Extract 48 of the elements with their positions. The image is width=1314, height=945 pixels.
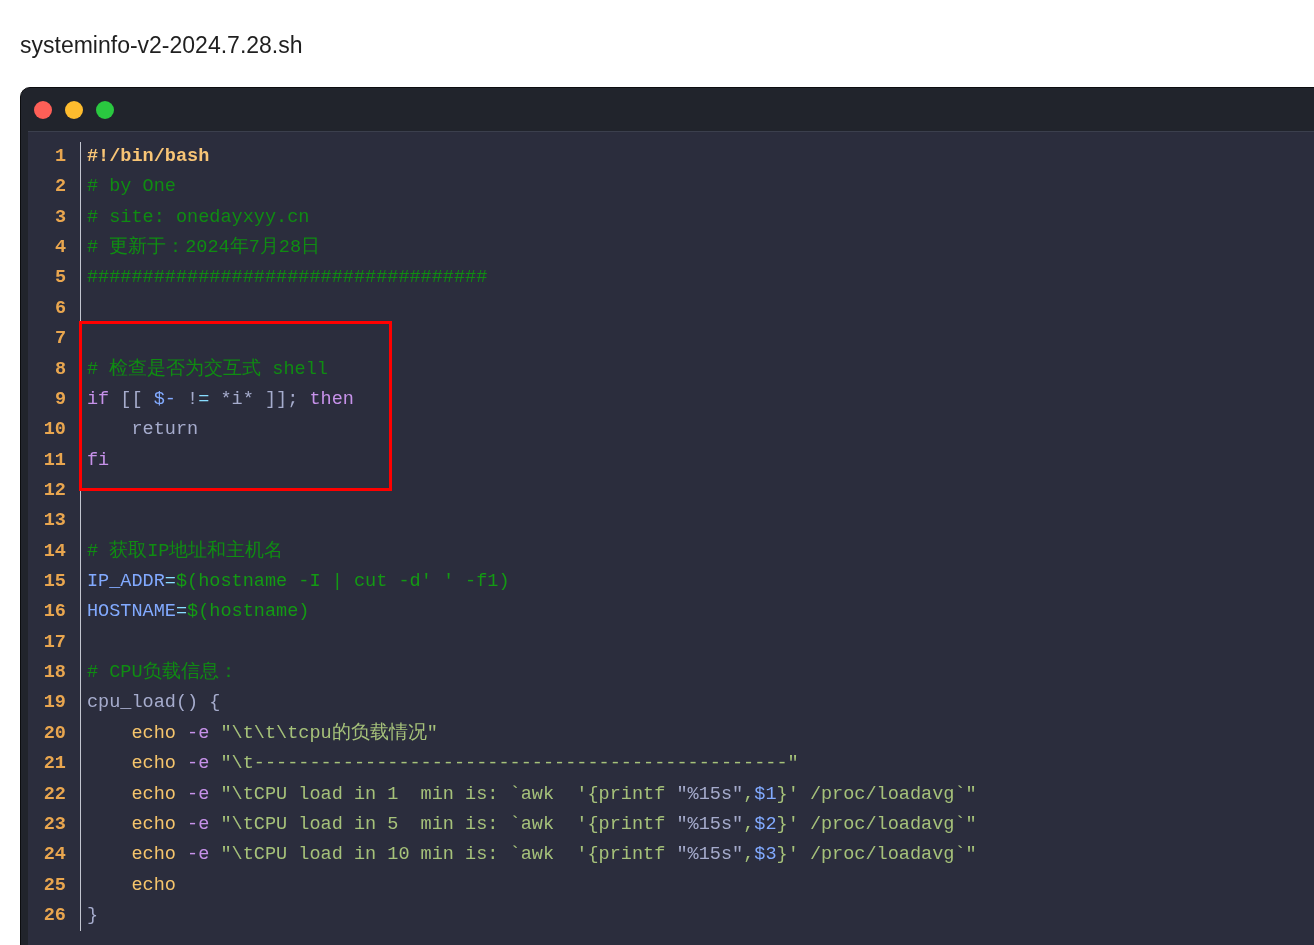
line-number: 14 xyxy=(43,540,66,562)
line-number: 18 xyxy=(43,662,66,684)
line-number: 17 xyxy=(43,631,66,653)
code-line: #!/bin/bash xyxy=(87,146,210,167)
code-line: IP_ADDR=$(hostname -I | cut -d' ' -f1) xyxy=(87,571,510,593)
line-number: 12 xyxy=(43,479,66,501)
line-number: 26 xyxy=(43,905,66,926)
line-number: 13 xyxy=(43,510,66,532)
line-number: 2 xyxy=(54,176,66,198)
code-line: # CPU负载信息： xyxy=(87,662,238,684)
line-number: 11 xyxy=(43,449,66,471)
code-line: echo xyxy=(130,874,176,896)
line-number: 9 xyxy=(54,388,66,410)
line-number: 25 xyxy=(43,874,66,896)
line-number: 21 xyxy=(43,753,66,775)
line-number: 23 xyxy=(43,813,66,835)
line-number: 15 xyxy=(43,571,66,593)
line-number: 10 xyxy=(43,419,66,441)
line-number: 22 xyxy=(43,783,66,805)
code-line: echo -e "\tCPU load in 1 min is: `awk '{printf "%15s",$1}' /proc/loadavg`" xyxy=(130,783,977,805)
code-line: return xyxy=(130,419,199,441)
code-line: cpu_load() { xyxy=(87,692,221,714)
line-number: 3 xyxy=(54,206,66,228)
line-number: 7 xyxy=(54,328,66,350)
code-line: echo -e "\tCPU load in 5 min is: `awk '{printf "%15s",$2}' /proc/loadavg`" xyxy=(130,813,977,835)
line-number: 20 xyxy=(43,722,66,744)
code-line: # 检查是否为交互式 shell xyxy=(87,358,328,380)
line-number: 16 xyxy=(43,601,66,623)
file-name: systeminfo-v2-2024.7.28.sh xyxy=(20,31,303,60)
code-line: if [[ $- != *i* ]]; then xyxy=(87,388,354,410)
code-line: # site: onedayxyy.cn xyxy=(87,206,310,228)
code-line: echo -e "\t\t\tcpu的负载情况" xyxy=(130,722,438,744)
line-number: 8 xyxy=(54,358,66,380)
code-line: } xyxy=(87,905,99,926)
code-line: echo -e "\tCPU load in 10 min is: `awk '{printf "%15s",$3}' /proc/loadavg`" xyxy=(130,844,977,866)
line-number: 19 xyxy=(43,692,66,714)
code-line: # by One xyxy=(87,176,176,198)
line-number: 24 xyxy=(43,844,66,866)
code-line: fi xyxy=(87,449,110,471)
code-line: # 更新于：2024年7月28日 xyxy=(87,237,321,259)
code-line: # 获取IP地址和主机名 xyxy=(87,540,284,562)
code-line: echo -e "\t------------------------------------------------" xyxy=(130,753,799,775)
line-number: 5 xyxy=(54,267,66,289)
code-line: #################################### xyxy=(87,267,488,289)
code-line: HOSTNAME=$(hostname) xyxy=(87,601,310,623)
line-number: 4 xyxy=(54,237,66,259)
line-number: 6 xyxy=(54,297,66,319)
line-number: 1 xyxy=(54,146,66,167)
